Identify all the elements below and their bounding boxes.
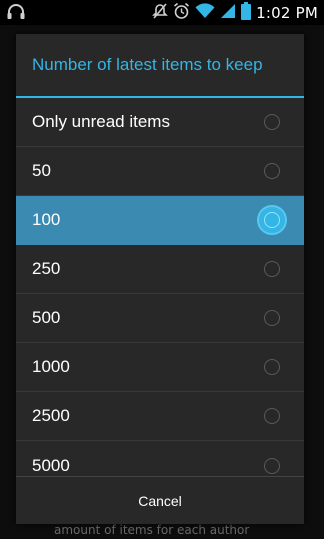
dialog-title: Number of latest items to keep [16, 34, 304, 98]
alarm-icon [173, 2, 190, 24]
option-item[interactable]: 50 [16, 147, 304, 196]
option-label: 100 [32, 210, 61, 229]
radio-unselected-icon[interactable] [264, 114, 280, 130]
option-label: 5000 [32, 455, 70, 475]
option-label: 50 [32, 161, 51, 180]
option-label: 250 [32, 259, 61, 278]
radio-unselected-icon[interactable] [264, 310, 280, 326]
status-time: 1:02 PM [256, 4, 318, 22]
items-to-keep-dialog: Number of latest items to keep Only unre… [16, 34, 304, 524]
radio-unselected-icon[interactable] [264, 408, 280, 424]
radio-unselected-icon[interactable] [264, 457, 280, 474]
cancel-button[interactable]: Cancel [16, 476, 304, 524]
battery-icon [241, 2, 252, 24]
cancel-label: Cancel [138, 492, 182, 509]
option-label: 500 [32, 308, 61, 327]
option-item[interactable]: 500 [16, 294, 304, 343]
radio-unselected-icon[interactable] [264, 359, 280, 375]
headset-icon [6, 3, 26, 25]
option-label: 2500 [32, 406, 70, 425]
radio-unselected-icon[interactable] [264, 163, 280, 179]
option-item[interactable]: 2500 [16, 392, 304, 441]
status-bar: 1:02 PM [0, 0, 324, 25]
wifi-icon [195, 3, 215, 23]
radio-selected-icon[interactable] [257, 205, 287, 235]
mute-icon [152, 2, 169, 24]
option-item[interactable]: Only unread items [16, 98, 304, 147]
radio-unselected-icon[interactable] [264, 261, 280, 277]
options-list: Only unread items 50 100 250 500 1000 2500 5000 [16, 98, 304, 490]
option-item[interactable]: 250 [16, 245, 304, 294]
option-label: 1000 [32, 357, 70, 376]
option-item[interactable]: 100 [16, 196, 304, 245]
signal-icon [220, 3, 236, 23]
option-item[interactable]: 1000 [16, 343, 304, 392]
option-label: Only unread items [32, 112, 170, 131]
